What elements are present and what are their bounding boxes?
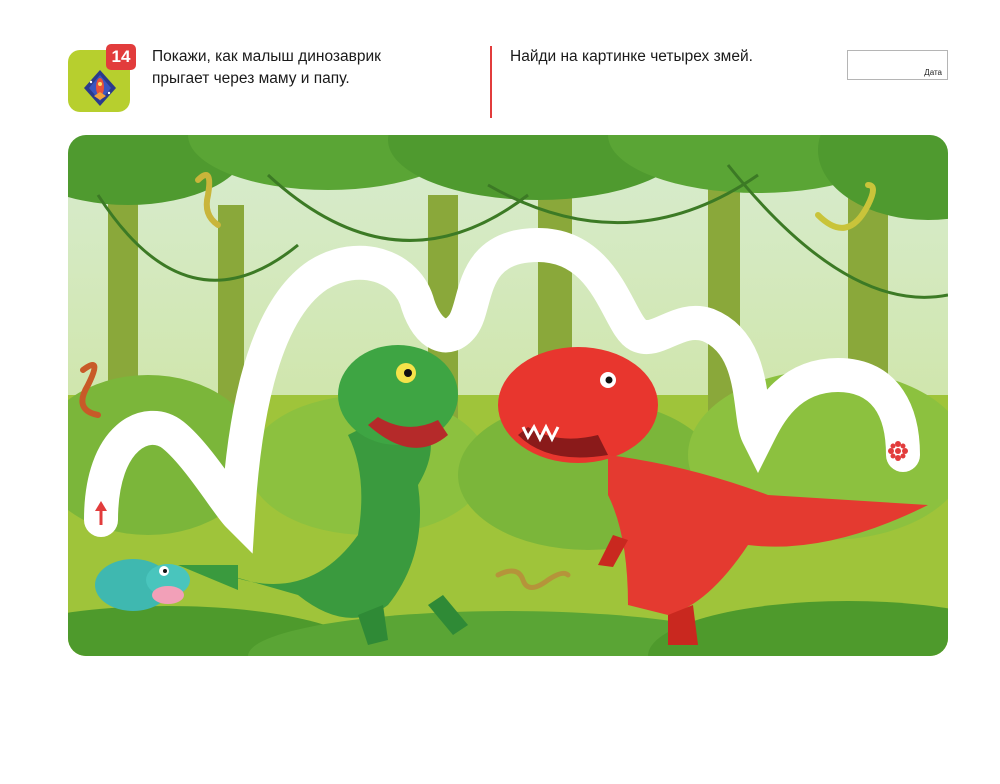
jungle-scene-svg — [68, 135, 948, 656]
task-line-2: прыгает через маму и папу. — [152, 70, 350, 87]
rocket-icon — [84, 70, 116, 106]
task-divider — [490, 46, 492, 118]
jungle-illustration — [68, 135, 948, 656]
task-number: 14 — [106, 44, 136, 70]
task-badge: 14 — [68, 44, 136, 114]
date-field[interactable]: Дата — [847, 50, 948, 80]
task-instruction-left: Покажи, как малыш динозаврик прыгает чер… — [152, 46, 482, 90]
task-instruction-right: Найди на картинке четырех змей. — [510, 48, 753, 65]
date-label: Дата — [924, 68, 942, 77]
task-line-1: Покажи, как малыш динозаврик — [152, 48, 381, 65]
